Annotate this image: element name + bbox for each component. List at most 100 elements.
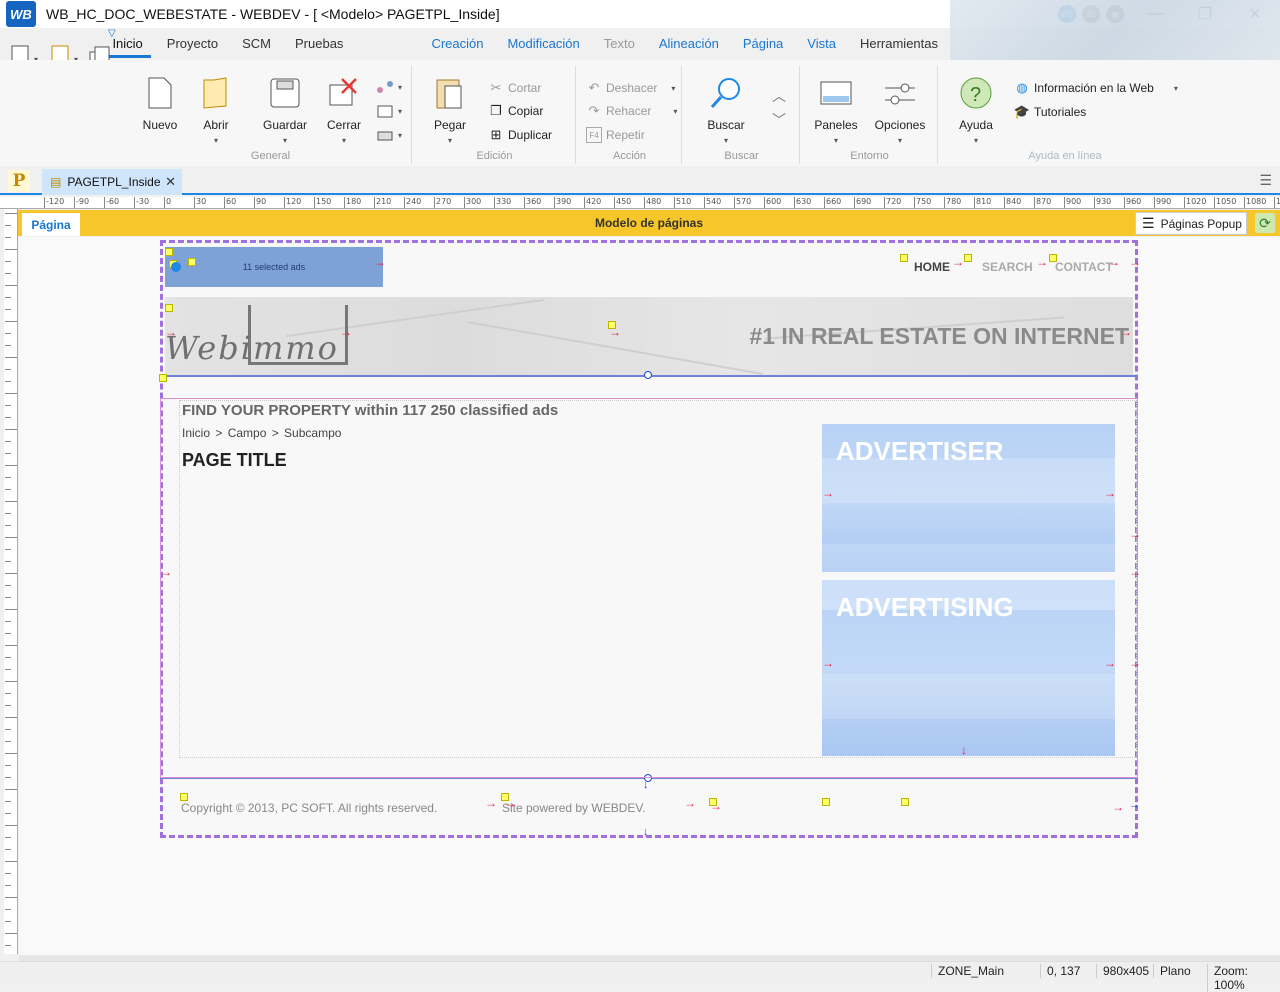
ruler-tick: [5, 321, 17, 322]
ruler-tick: [5, 345, 11, 346]
ruler-tick-label: 510: [673, 197, 692, 208]
paneles-button[interactable]: Paneles ▾: [808, 74, 864, 146]
copiar-button[interactable]: ❐ Copiar: [488, 103, 543, 119]
ruler-tick: [5, 357, 17, 358]
repetir-button[interactable]: F4 Repetir: [586, 127, 645, 143]
share-icon[interactable]: ▾: [376, 80, 402, 94]
anchor-marker[interactable]: [188, 258, 196, 266]
refresh-icon[interactable]: ⟳: [1255, 213, 1275, 233]
advertiser-box[interactable]: ADVERTISER: [822, 424, 1115, 572]
ad-stripe-decoration: [822, 544, 1115, 572]
site-logo: Webimmo: [165, 329, 339, 367]
tab-pagina[interactable]: Página: [731, 30, 795, 58]
ruler-tick-label: 120: [283, 197, 302, 208]
export-icon[interactable]: ▾: [376, 104, 402, 118]
project-p-icon[interactable]: P: [8, 170, 30, 192]
ruler-tick: [5, 489, 11, 490]
ruler-tick: [5, 429, 17, 430]
tab-pruebas[interactable]: Pruebas automatizadas: [283, 30, 419, 79]
anchor-marker[interactable]: [901, 798, 909, 806]
ribbon-group-edicion: Pegar ▾ ✂ Cortar ❐ Copiar ⊞ Duplicar Edición: [414, 66, 576, 164]
ruler-tick: [5, 801, 11, 802]
ribbon-group-ayuda: ? Ayuda ▾ ◍ Información en la Web ▾ 🎓 Tutori…: [940, 66, 1190, 164]
anchor-marker[interactable]: [165, 304, 173, 312]
guardar-button[interactable]: Guardar ▾: [252, 74, 318, 146]
anchor-marker[interactable]: [159, 374, 167, 382]
search-previous-icon[interactable]: ︿: [772, 86, 786, 106]
tab-texto[interactable]: Texto: [592, 30, 647, 58]
ruler-tick: [5, 765, 11, 766]
print-icon[interactable]: ▾: [376, 128, 402, 142]
search-next-icon[interactable]: ﹀: [772, 110, 786, 130]
ruler-tick: [5, 381, 11, 382]
opciones-button[interactable]: Opciones ▾: [872, 74, 928, 146]
cortar-button[interactable]: ✂ Cortar: [488, 80, 542, 96]
ruler-tick: [5, 297, 11, 298]
tab-alineacion[interactable]: Alineación: [647, 30, 731, 58]
anchor-marker[interactable]: [900, 254, 908, 262]
scissors-icon: ✂: [490, 80, 502, 95]
buscar-button[interactable]: Buscar ▾: [698, 74, 754, 146]
vertical-ruler[interactable]: [4, 209, 18, 954]
anchor-arrow-icon: →: [1129, 255, 1141, 269]
anchor-marker[interactable]: [964, 254, 972, 262]
ruler-tick-label: 600: [763, 197, 782, 208]
ruler-tick: [5, 669, 11, 670]
zone-resize-handle[interactable]: [644, 371, 652, 379]
anchor-marker[interactable]: [180, 793, 188, 801]
group-label-general: General: [250, 150, 291, 162]
tab-vista[interactable]: Vista: [795, 30, 848, 58]
selected-ads-control[interactable]: 11 selected ads: [165, 247, 383, 287]
status-zoom[interactable]: Zoom: 100%: [1207, 964, 1280, 992]
nav-contact-link[interactable]: CONTACT: [1055, 260, 1113, 274]
tab-modificacion[interactable]: Modificación: [495, 30, 591, 58]
info-icon[interactable]: [171, 262, 181, 272]
ruler-tick-label: -30: [133, 197, 150, 208]
anchor-marker[interactable]: [1049, 254, 1057, 262]
status-zone: ZONE_Main: [931, 964, 1010, 978]
tab-scm[interactable]: SCM: [230, 30, 283, 58]
anchor-marker[interactable]: [822, 798, 830, 806]
ruler-tick: [5, 861, 17, 862]
advertising-box[interactable]: ADVERTISING: [822, 580, 1115, 756]
ruler-tick: [5, 885, 11, 886]
tab-proyecto[interactable]: Proyecto: [155, 30, 230, 58]
duplicar-button[interactable]: ⊞ Duplicar: [488, 127, 552, 143]
anchor-arrow-icon: →: [684, 796, 696, 810]
deshacer-button[interactable]: ↶ Deshacer ▾: [586, 80, 676, 96]
tab-creacion[interactable]: Creación: [419, 30, 495, 58]
document-tab-pagetpl-inside[interactable]: ▤ PAGETPL_Inside ✕: [42, 169, 182, 195]
panels-icon: [819, 74, 853, 112]
ayuda-button[interactable]: ? Ayuda ▾: [948, 74, 1004, 146]
nav-search-link[interactable]: SEARCH: [982, 260, 1033, 274]
tutoriales-button[interactable]: 🎓 Tutoriales: [1014, 104, 1086, 120]
header-banner[interactable]: Webimmo #1 IN REAL ESTATE ON INTERNET: [165, 297, 1133, 376]
nav-home-link[interactable]: HOME: [914, 260, 950, 274]
ruler-tick-label: -60: [103, 197, 120, 208]
pegar-button[interactable]: Pegar ▾: [422, 74, 478, 146]
anchor-arrow-icon: →: [1036, 255, 1048, 269]
ruler-tick-label: 360: [523, 197, 542, 208]
ruler-tick-label: 960: [1123, 197, 1142, 208]
ruler-tick-label: 990: [1153, 197, 1172, 208]
horizontal-ruler[interactable]: -120 -90 -60 -30 0 30 60 90 120 150 180 210 240 270 30…: [0, 197, 1280, 209]
nuevo-button[interactable]: Nuevo: [132, 74, 188, 132]
ruler-tick: [5, 237, 11, 238]
anchor-marker[interactable]: [165, 248, 173, 256]
quick-access-dropdown-icon[interactable]: ▽: [108, 28, 116, 39]
tab-menu-icon[interactable]: ☰: [1259, 172, 1272, 189]
breadcrumb[interactable]: Inicio > Campo > Subcampo: [182, 426, 341, 440]
info-web-button[interactable]: ◍ Información en la Web ▾: [1014, 80, 1178, 96]
close-tab-icon[interactable]: ✕: [165, 174, 176, 190]
status-bar: ZONE_Main 0, 137 980x405 Plano Zoom: 100…: [0, 961, 1280, 992]
ruler-tick-label: 750: [913, 197, 932, 208]
ruler-tick-label: 630: [793, 197, 812, 208]
abrir-button[interactable]: Abrir ▾: [188, 74, 244, 146]
rehacer-button[interactable]: ↷ Rehacer ▾: [586, 103, 678, 119]
ruler-tick: [5, 417, 11, 418]
popup-pages-button[interactable]: ☰ Páginas Popup: [1135, 212, 1247, 235]
duplicar-label: Duplicar: [508, 128, 553, 142]
cerrar-button[interactable]: Cerrar ▾: [316, 74, 372, 146]
ruler-tick: [5, 897, 17, 898]
tab-herramientas[interactable]: Herramientas: [848, 30, 950, 58]
